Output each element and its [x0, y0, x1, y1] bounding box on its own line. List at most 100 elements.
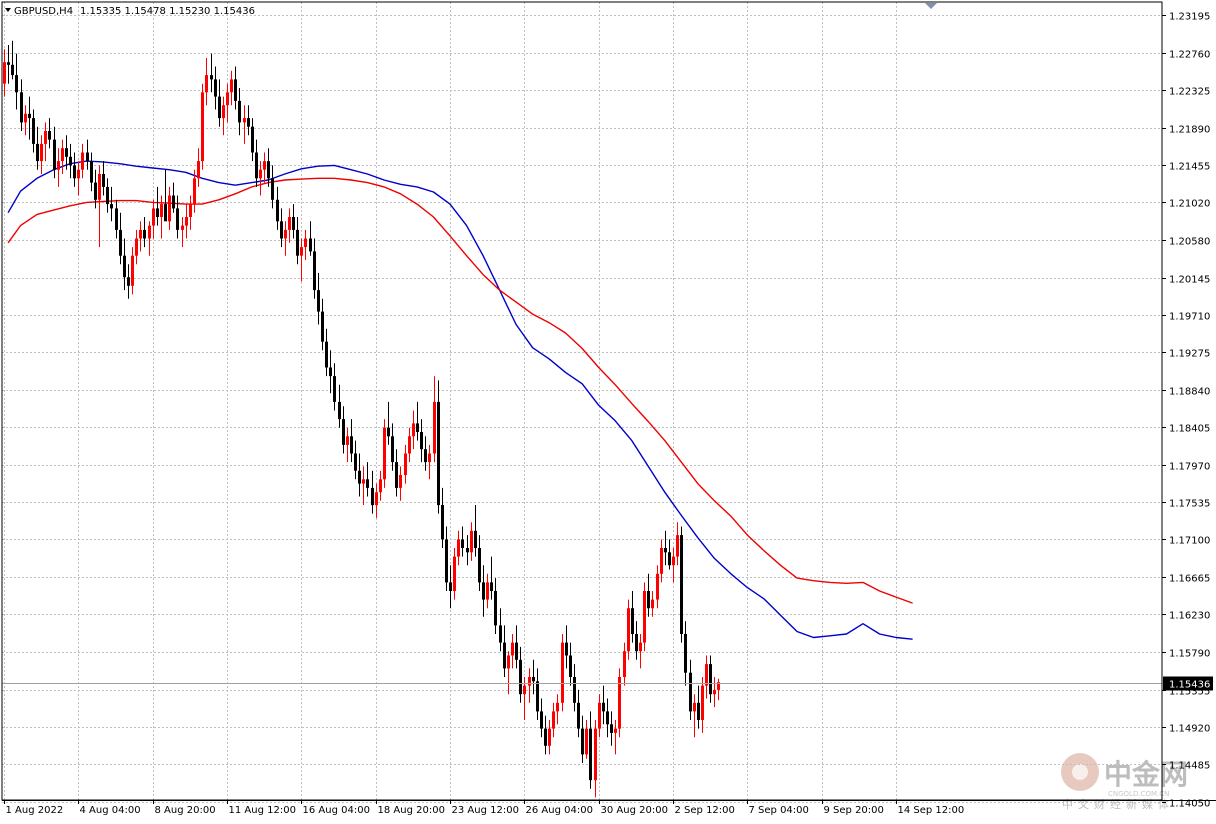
candle-body — [680, 535, 683, 634]
y-tick-label: 1.19710 — [1169, 312, 1210, 323]
candle-body — [276, 199, 279, 222]
y-tick-label: 1.18405 — [1169, 424, 1210, 435]
candle-body — [387, 427, 390, 437]
candle-body — [230, 79, 233, 93]
candle-body — [259, 169, 262, 179]
candle-body — [540, 711, 543, 729]
candle-body — [36, 143, 39, 162]
candle-body — [346, 436, 349, 445]
x-tick-label: 2 Sep 12:00 — [675, 805, 735, 816]
candle-body — [90, 161, 93, 183]
candle-body — [404, 453, 407, 475]
candle-body — [193, 178, 196, 205]
candle-body — [304, 238, 307, 248]
x-tick-label: 7 Sep 04:00 — [749, 805, 809, 816]
candle-body — [181, 225, 184, 230]
candle-body — [325, 341, 328, 368]
candle-body — [226, 92, 229, 106]
candle-body — [689, 672, 692, 712]
candle-body — [172, 195, 175, 209]
ohlc-values: 1.15335 1.15478 1.15230 1.15436 — [80, 6, 255, 17]
candle-body — [536, 681, 539, 712]
candle-body — [238, 100, 241, 123]
x-tick-label: 4 Aug 04:00 — [80, 805, 141, 816]
candle-body — [371, 487, 374, 506]
candle-body — [280, 221, 283, 239]
candle-body — [499, 625, 502, 643]
y-tick-label: 1.20145 — [1169, 275, 1210, 286]
candle-body — [329, 367, 332, 377]
candle-body — [664, 548, 667, 553]
y-tick-label: 1.22325 — [1169, 87, 1210, 98]
candle-body — [338, 401, 341, 420]
candle-body — [313, 251, 316, 291]
candle-body — [222, 105, 225, 119]
candle-body — [445, 539, 448, 583]
x-tick-label: 26 Aug 04:00 — [526, 805, 593, 816]
candle-body — [697, 702, 700, 720]
candle-body — [247, 118, 250, 127]
candle-body — [127, 277, 130, 286]
candle-body — [234, 79, 237, 101]
candle-body — [594, 728, 597, 781]
y-tick-label: 1.21890 — [1169, 125, 1210, 136]
candle-body — [255, 152, 258, 179]
candle-body — [288, 217, 291, 230]
candle-body — [523, 685, 526, 695]
candle-body — [412, 423, 415, 437]
price-chart[interactable]: 中金网 CNGOLD.COM.CN 中文财经新媒体 1.231951.22760… — [0, 0, 1216, 824]
candle-body — [110, 204, 113, 209]
candle-body — [511, 642, 514, 656]
candle-body — [577, 702, 580, 729]
candle-body — [573, 677, 576, 703]
candle-body — [77, 169, 80, 179]
x-tick-label: 11 Aug 12:00 — [229, 805, 296, 816]
candle-body — [251, 126, 254, 153]
candle-body — [15, 75, 18, 93]
candle-body — [189, 204, 192, 217]
candle-body — [519, 659, 522, 695]
y-tick-label: 1.17535 — [1169, 499, 1210, 510]
candle-body — [73, 165, 76, 179]
candle-body — [358, 470, 361, 484]
candle-body — [321, 311, 324, 342]
candle-body — [515, 642, 518, 660]
candle-body — [309, 238, 312, 252]
candle-body — [61, 148, 64, 162]
candle-body — [7, 62, 10, 65]
candle-body — [610, 724, 613, 733]
candle-body — [470, 530, 473, 553]
candle — [627, 599, 630, 660]
candle-body — [69, 156, 72, 166]
chart-header[interactable]: GBPUSD,H4 1.15335 1.15478 1.15230 1.1543… — [5, 6, 255, 17]
y-tick-label: 1.14485 — [1169, 761, 1210, 772]
candle-body — [214, 79, 217, 97]
candle-body — [205, 75, 208, 93]
x-tick-label: 23 Aug 12:00 — [452, 805, 519, 816]
candle-body — [528, 677, 531, 686]
candle — [643, 582, 646, 652]
candle-body — [24, 113, 27, 123]
x-tick-label: 1 Aug 2022 — [6, 805, 64, 816]
candle-body — [354, 453, 357, 471]
candle-body — [647, 591, 650, 609]
candle-body — [449, 582, 452, 591]
candle-body — [119, 229, 122, 256]
candle-body — [156, 208, 159, 217]
candle-body — [614, 728, 617, 733]
candle-body — [660, 548, 663, 574]
candle-body — [94, 182, 97, 200]
candle-body — [267, 161, 270, 179]
candle-body — [606, 711, 609, 725]
candle-body — [197, 161, 200, 179]
candle-body — [271, 178, 274, 200]
candle-body — [296, 229, 299, 256]
candle-body — [565, 642, 568, 656]
candle-body — [115, 208, 118, 230]
candle-body — [152, 208, 155, 226]
y-tick-label: 1.14920 — [1169, 724, 1210, 735]
candle-body — [106, 186, 109, 205]
candle-body — [176, 208, 179, 230]
y-tick-label: 1.16665 — [1169, 574, 1210, 585]
x-tick-label: 9 Sep 20:00 — [824, 805, 884, 816]
